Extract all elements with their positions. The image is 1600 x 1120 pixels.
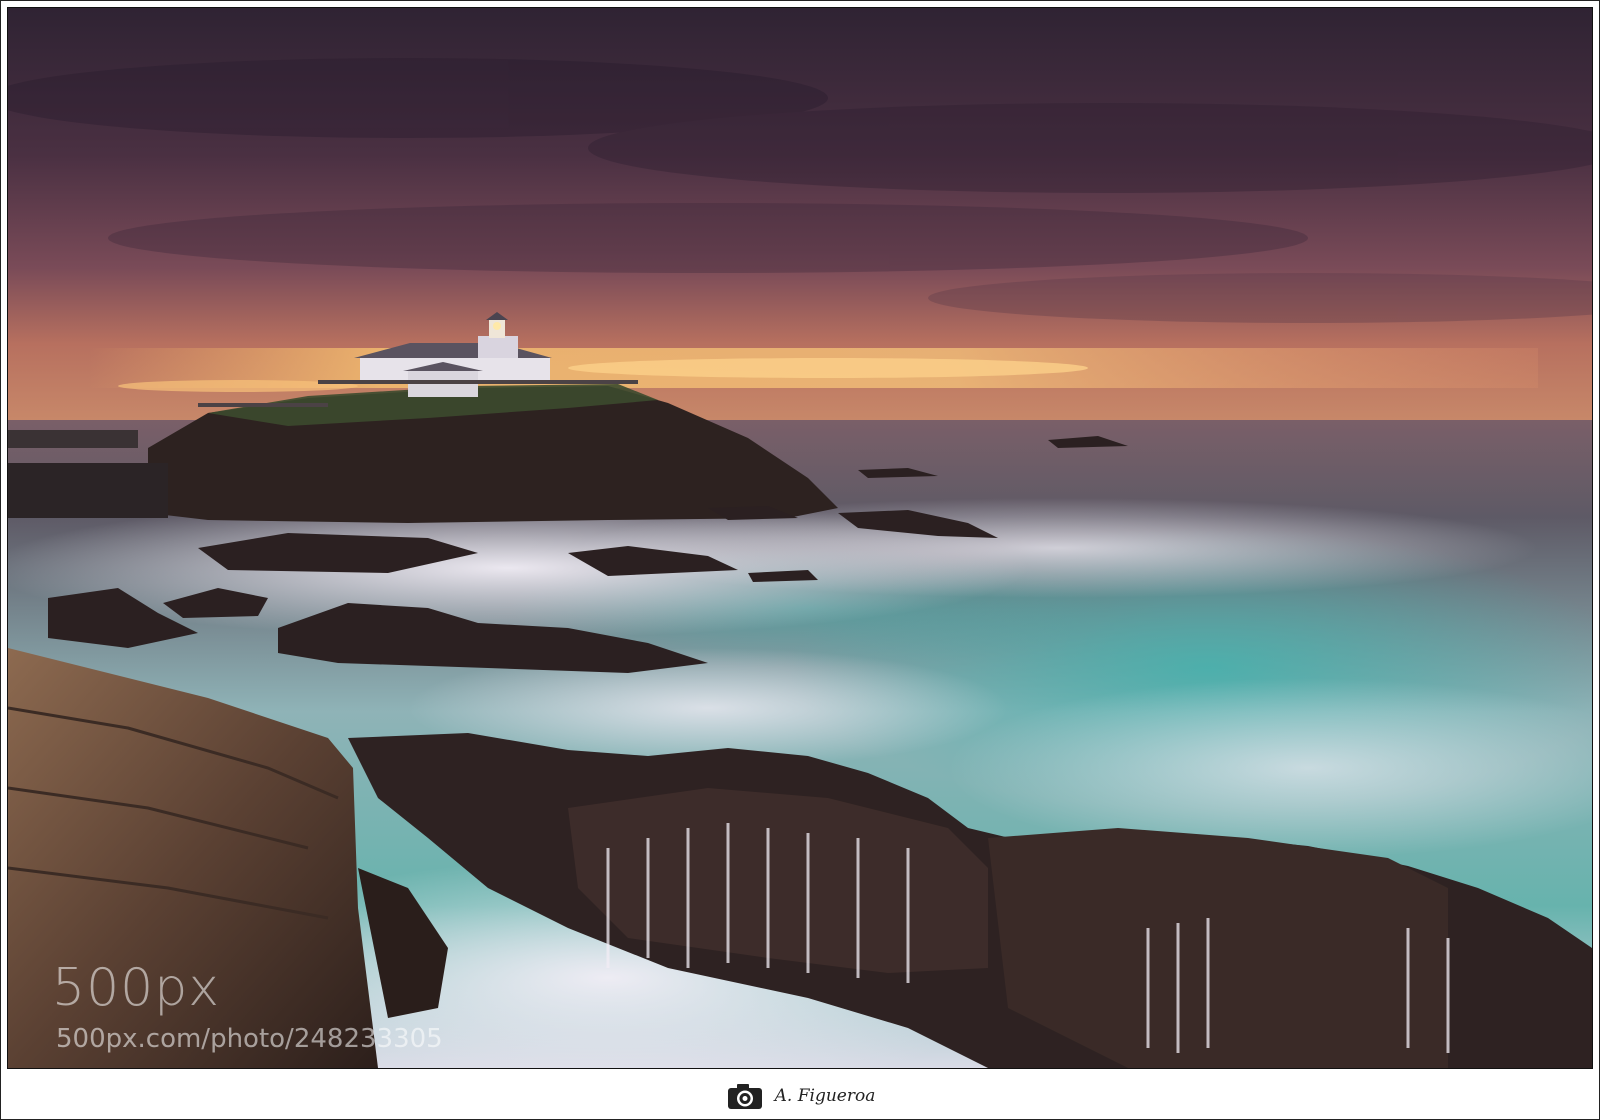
photo xyxy=(7,7,1593,1069)
signature-text: A. Figueroa xyxy=(774,1086,876,1106)
landscape-photo xyxy=(8,8,1592,1068)
watermark-logo: 500px xyxy=(52,958,221,1018)
signature: A. Figueroa xyxy=(0,1078,1600,1114)
watermark-url: 500px.com/photo/248233305 xyxy=(56,1024,443,1054)
camera-icon xyxy=(727,1084,762,1109)
